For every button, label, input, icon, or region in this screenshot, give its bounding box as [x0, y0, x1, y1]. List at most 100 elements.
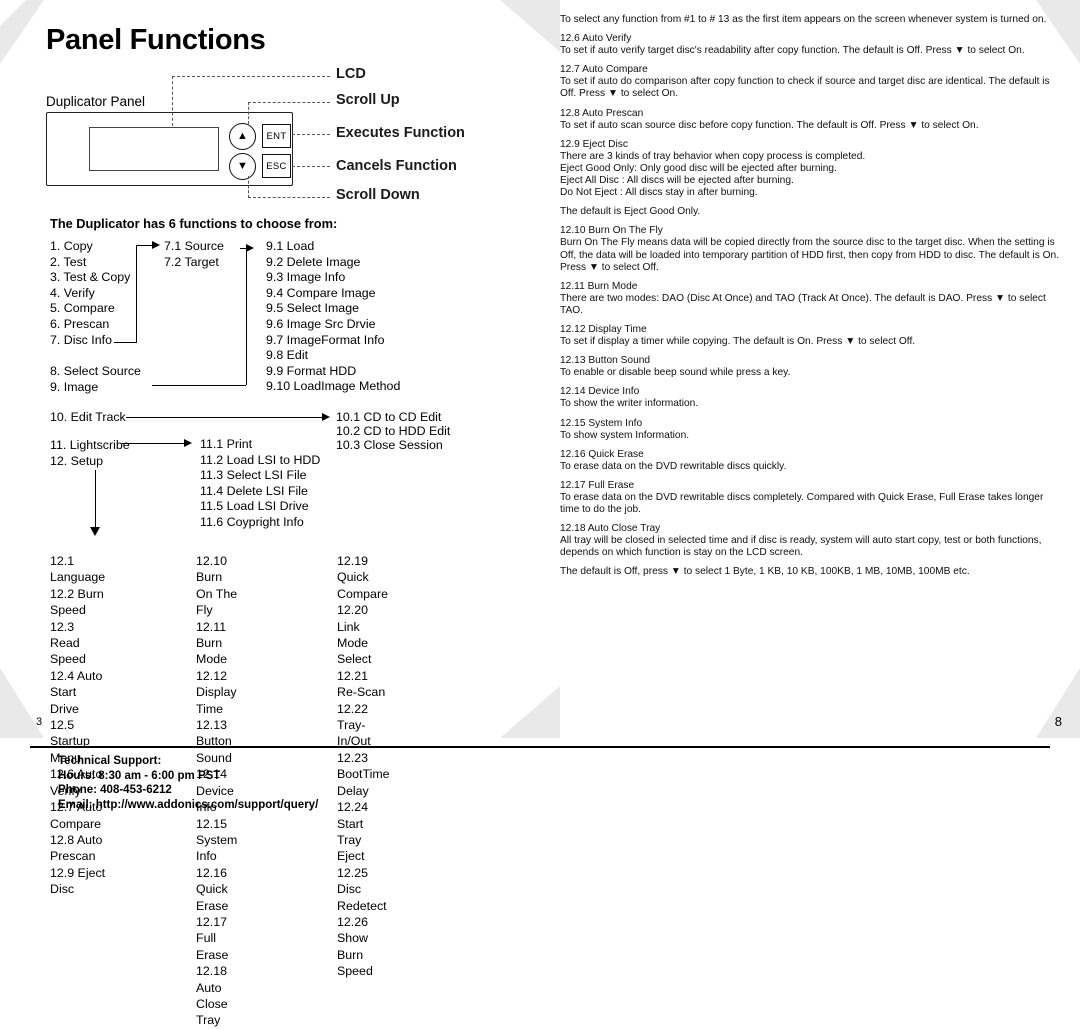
- menu-column-source-target: 7.1 Source 7.2 Target: [164, 239, 224, 270]
- menu-item: 9. Image: [50, 379, 99, 394]
- functions-heading: The Duplicator has 6 functions to choose…: [50, 216, 338, 231]
- menu-item: 7.1 Source: [164, 239, 224, 253]
- footer-line-hours: Hours: 8:30 am - 6:00 pm PST: [58, 769, 221, 782]
- arrow-to-lightscribe-submenu: [184, 439, 192, 447]
- leader-line-scrollup: [248, 102, 330, 103]
- menu-item: 10.3 Close Session: [336, 438, 443, 452]
- menu-item: 11.1 Print: [200, 437, 253, 451]
- footer-technical-support: Technical Support: Hours: 8:30 am - 6:00…: [58, 754, 318, 812]
- section-body: There are two modes: DAO (Disc At Once) …: [560, 292, 1046, 316]
- duplicator-panel-illustration: ▲ ▼ ENT ESC: [46, 112, 293, 186]
- page-number-left: 3: [36, 716, 43, 728]
- connector-disc-info-bottom: [114, 342, 137, 343]
- section-heading: 12.17 Full Erase: [560, 479, 635, 491]
- menu-item: 7. Disc Info: [50, 332, 112, 347]
- menu-item: 8. Select Source: [50, 364, 141, 378]
- menu-item: 9.9 Format HDD: [266, 363, 357, 378]
- section-body: To set if auto scan source disc before c…: [560, 119, 979, 131]
- footer-line-phone: Phone: 408-453-6212: [58, 784, 172, 797]
- section-body: To set if display a timer while copying.…: [560, 336, 916, 348]
- menu-item: 9.7 ImageFormat Info: [266, 332, 385, 347]
- right-page-content: To select any function from #1 to # 13 a…: [560, 14, 1060, 586]
- menu-item: 12.18 Auto Close Tray: [196, 964, 228, 1028]
- menu-item: 11.4 Delete LSI File: [200, 483, 308, 498]
- menu-item: 5. Compare: [50, 301, 115, 316]
- menu-item: 9.8 Edit: [266, 348, 309, 363]
- menu-item: 12.8 Auto Prescan: [50, 832, 103, 864]
- section-heading: 12.10 Burn On The Fly: [560, 225, 663, 237]
- menu-item: 10.2 CD to HDD Edit: [336, 424, 451, 438]
- connector-to-source-target: [136, 245, 152, 246]
- menu-item: 3. Test & Copy: [50, 270, 131, 285]
- menu-item: 1. Copy: [50, 239, 93, 253]
- section-body: There are 3 kinds of tray behavior when …: [560, 150, 866, 199]
- arrow-to-source-target: [152, 241, 160, 249]
- section-heading: 12.15 System Info: [560, 417, 643, 429]
- section-heading: 12.18 Auto Close Tray: [560, 523, 661, 535]
- menu-item: 12.26 Show Burn Speed: [337, 914, 373, 979]
- menu-item: 12.17 Full Erase: [196, 914, 229, 962]
- section-heading: 12.11 Burn Mode: [560, 280, 638, 292]
- callout-scroll-up: Scroll Up: [336, 92, 400, 108]
- section-heading: 12.7 Auto Compare: [560, 64, 648, 76]
- menu-item: 12.4 Auto Start Drive: [50, 668, 103, 716]
- ent-button: ENT: [262, 124, 291, 148]
- section-body: To erase data on the DVD rewritable disc…: [560, 492, 1044, 516]
- section-body: To show the writer information.: [560, 398, 699, 410]
- leader-line-scrolldown: [248, 197, 330, 198]
- left-page-content: Panel Functions Duplicator Panel ▲ ▼ ENT…: [0, 0, 556, 1027]
- menu-item: 12.1 Language: [50, 554, 106, 585]
- menu-item: 9.2 Delete Image: [266, 254, 361, 269]
- section-heading: 12.6 Auto Verify: [560, 33, 632, 45]
- arrow-to-edit-track-submenu: [322, 413, 330, 421]
- menu-item: 12.23 BootTime Delay: [337, 750, 390, 798]
- menu-item: 9.6 Image Src Drvie: [266, 316, 376, 331]
- menu-item: 11.6 Coypright Info: [200, 514, 304, 529]
- menu-item: 9.5 Select Image: [266, 301, 359, 316]
- menu-item: 12.20 Link Mode Select: [337, 603, 372, 667]
- menu-item: 10.1 CD to CD Edit: [336, 410, 442, 424]
- intro-paragraph: To select any function from #1 to # 13 a…: [560, 14, 1047, 25]
- section-body: To set if auto do comparison after copy …: [560, 76, 1050, 100]
- menu-item: 11. Lightscribe: [50, 438, 130, 452]
- closing-paragraph: The default is Off, press ▼ to select 1 …: [560, 566, 970, 578]
- connector-lightscribe: [122, 443, 184, 444]
- down-arrow-icon: ▼: [237, 160, 248, 172]
- menu-item: 12.9 Eject Disc: [50, 865, 106, 897]
- section-heading: 12.12 Display Time: [560, 323, 647, 335]
- menu-item: 4. Verify: [50, 285, 95, 300]
- menu-column-edit-track: 10.1 CD to CD Edit 10.2 CD to HDD Edit 1…: [336, 410, 450, 452]
- leader-line-lcd: [172, 76, 330, 77]
- footer-line-title: Technical Support:: [58, 755, 162, 767]
- callout-cancels-function: Cancels Function: [336, 158, 457, 174]
- connector-setup-vertical: [95, 470, 96, 528]
- menu-column-lightscribe: 11.1 Print 11.2 Load LSI to HDD 11.3 Sel…: [200, 437, 320, 531]
- menu-item: 12.2 Burn Speed: [50, 586, 104, 618]
- menu-item: 9.1 Load: [266, 239, 315, 253]
- scroll-up-button: ▲: [229, 123, 256, 150]
- menu-item: 11.3 Select LSI File: [200, 468, 307, 483]
- section-body: To erase data on the DVD rewritable disc…: [560, 460, 787, 472]
- menu-item: 12.22 Tray-In/Out: [337, 701, 371, 749]
- menu-lightscribe-setup: 11. Lightscribe 12. Setup: [50, 437, 130, 469]
- section-heading: 12.9 Eject Disc: [560, 138, 628, 150]
- menu-item: 11.5 Load LSI Drive: [200, 499, 309, 514]
- scroll-down-button: ▼: [229, 153, 256, 180]
- leader-line-scrollup-vertical: [248, 102, 249, 124]
- menu-column-main-2: 8. Select Source 9. Image: [50, 364, 141, 395]
- section-body: All tray will be closed in selected time…: [560, 535, 1042, 559]
- duplicator-panel-label: Duplicator Panel: [46, 94, 146, 109]
- menu-column-image: 9.1 Load 9.2 Delete Image 9.3 Image Info…: [266, 239, 400, 395]
- menu-item: 12. Setup: [50, 454, 104, 468]
- menu-item: 6. Prescan: [50, 316, 110, 331]
- esc-button: ESC: [262, 154, 291, 178]
- leader-line-scrolldown-vertical: [248, 176, 249, 198]
- callout-executes-function: Executes Function: [336, 125, 465, 141]
- menu-item: 12.16 Quick Erase: [196, 865, 229, 913]
- leader-line-executes: [292, 134, 330, 135]
- menu-item: 11.2 Load LSI to HDD: [200, 452, 321, 467]
- section-body: Burn On The Fly means data will be copie…: [560, 237, 1060, 273]
- connector-disc-info-vertical: [136, 245, 137, 343]
- menu-item: 2. Test: [50, 254, 87, 269]
- connector-image-horizontal: [152, 385, 246, 386]
